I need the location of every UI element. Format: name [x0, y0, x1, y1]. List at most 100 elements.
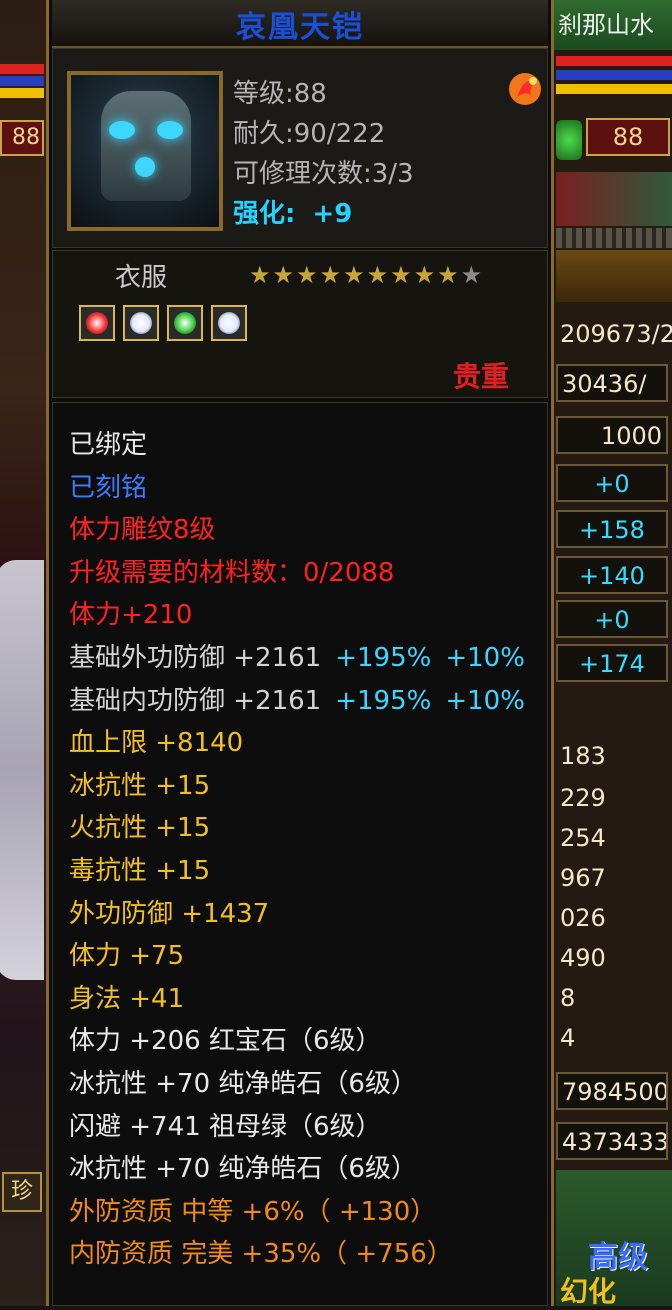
- right-hp-bar: [556, 56, 672, 66]
- attribute-line: 已绑定: [69, 429, 147, 461]
- right-portrait-area: [556, 172, 672, 226]
- right-stat-row: 7984500: [556, 1072, 668, 1110]
- attribute-text: 冰抗性 +15: [69, 770, 211, 801]
- right-energy-bar: [556, 84, 672, 94]
- star-icon: ★: [413, 261, 438, 289]
- right-stat-row: +174: [556, 644, 668, 682]
- attribute-line: 冰抗性 +70 纯净皓石（6级）: [69, 1068, 417, 1100]
- attribute-text: 冰抗性 +70 纯净皓石（6级）: [69, 1069, 417, 1099]
- item-name: 哀凰天铠: [236, 10, 364, 45]
- right-stat-row: 4: [560, 1024, 576, 1052]
- left-hp-bar: [0, 64, 44, 74]
- treasure-button[interactable]: 珍: [2, 1172, 42, 1212]
- right-stat-row: 1000: [556, 416, 668, 454]
- right-status-icon: [556, 120, 582, 160]
- right-stat-row: +0: [556, 600, 668, 638]
- armor-gem: [135, 157, 155, 177]
- armor-eye-left: [109, 121, 135, 139]
- right-gold-bar: [556, 250, 672, 302]
- attribute-text: 基础内功防御 +2161: [69, 685, 322, 716]
- item-repair-count: 可修理次数:3/3: [233, 159, 414, 189]
- attribute-text: 内防资质 完美 +35%（ +756）: [69, 1239, 453, 1270]
- attribute-line: 体力 +206 红宝石（6级）: [69, 1025, 381, 1057]
- empty-star-icon: ★: [460, 261, 485, 289]
- attribute-text: +195%: [335, 685, 432, 716]
- star-icon: ★: [437, 261, 461, 289]
- enhance-value: +9: [312, 199, 353, 229]
- right-stat-row: +158: [556, 510, 668, 548]
- gem-slots: [79, 305, 255, 345]
- armor-icon: [101, 91, 191, 201]
- right-stat-row: 026: [560, 904, 606, 932]
- item-type-section: 衣服 ★★★★★★★★★★ 贵重: [52, 250, 548, 398]
- right-stat-row: 30436/: [556, 364, 668, 402]
- item-durability: 耐久:90/222: [233, 119, 386, 149]
- left-mp-bar: [0, 76, 44, 86]
- attribute-line: 冰抗性 +70 纯净皓石（6级）: [69, 1153, 417, 1185]
- attribute-text: 体力 +75: [69, 941, 185, 972]
- attribute-text: 基础外功防御 +2161: [69, 643, 322, 673]
- star-icon: ★: [249, 261, 273, 289]
- green-gem-icon[interactable]: [167, 305, 203, 341]
- attribute-line: 身法 +41: [69, 983, 184, 1015]
- attribute-line: 火抗性 +15: [69, 812, 210, 844]
- flame-badge-icon: [509, 73, 541, 105]
- attribute-text: 火抗性 +15: [69, 813, 211, 844]
- attribute-line: 闪避 +741 祖母绿（6级）: [69, 1111, 381, 1143]
- attribute-text: 身法 +41: [69, 983, 185, 1014]
- right-panel-title: 刹那山水: [552, 0, 672, 50]
- attribute-text: +195%: [335, 643, 432, 673]
- attribute-line: 体力+210: [69, 599, 192, 631]
- attribute-text: +10%: [445, 643, 525, 673]
- red-gem-icon[interactable]: [79, 305, 115, 341]
- attribute-line: 血上限 +8140: [69, 727, 243, 759]
- left-energy-bar: [0, 88, 44, 98]
- attribute-line: 毒抗性 +15: [69, 855, 210, 887]
- right-stat-row: 209673/2: [560, 320, 672, 348]
- attribute-text: 体力雕纹8级: [69, 515, 216, 546]
- item-category: 衣服: [115, 263, 168, 293]
- armor-eye-right: [157, 121, 183, 139]
- attribute-text: 已绑定: [69, 430, 148, 460]
- item-title-bar: 哀凰天铠: [52, 0, 548, 48]
- white-gem-icon[interactable]: [123, 305, 159, 341]
- attribute-text: 体力+210: [69, 600, 193, 631]
- character-model: [0, 560, 44, 980]
- right-stat-row: 254: [560, 824, 606, 852]
- attribute-line: 基础外功防御 +2161 +195% +10%: [69, 642, 525, 674]
- attribute-line: 外防资质 中等 +6%（ +130）: [69, 1196, 436, 1228]
- attribute-line: 体力 +75: [69, 940, 184, 972]
- white-gem-icon[interactable]: [211, 305, 247, 341]
- attribute-line: 基础内功防御 +2161 +195% +10%: [69, 685, 525, 717]
- attribute-line: 内防资质 完美 +35%（ +756）: [69, 1238, 453, 1270]
- attribute-text: 外防资质 中等 +6%（ +130）: [69, 1196, 437, 1227]
- right-stat-row: 8: [560, 984, 576, 1012]
- enhance-label: 强化:: [233, 199, 296, 229]
- star-icon: ★: [272, 261, 297, 289]
- attribute-text: 已刻铭: [69, 472, 148, 503]
- item-level: 等级:88: [233, 79, 327, 109]
- star-icon: ★: [366, 261, 391, 289]
- right-stat-row: 4373433: [556, 1122, 668, 1160]
- attribute-text: 体力 +206 红宝石（6级）: [69, 1026, 382, 1057]
- attribute-text: 冰抗性 +70 纯净皓石（6级）: [69, 1154, 417, 1185]
- star-icon: ★: [343, 261, 367, 289]
- attribute-list: 已绑定已刻铭体力雕纹8级升级需要的材料数：0/2088 体力+210 基础外功防御 …: [52, 402, 548, 1306]
- right-level-box: 88: [586, 118, 670, 156]
- attribute-text: +10%: [445, 685, 525, 716]
- right-stat-row: +0: [556, 464, 668, 502]
- precious-label: 贵重: [452, 360, 509, 393]
- right-stat-row: 490: [560, 944, 606, 972]
- attribute-text: 外功防御 +1437: [69, 898, 270, 929]
- attribute-line: 已刻铭: [69, 472, 147, 504]
- attribute-text: 升级需要的材料数：0/2088: [69, 557, 395, 588]
- attribute-line: 升级需要的材料数：0/2088: [69, 557, 394, 589]
- attribute-line: 体力雕纹8级: [69, 514, 216, 546]
- item-portrait: [67, 71, 223, 231]
- right-stat-row: 183: [560, 742, 606, 770]
- star-icon: ★: [390, 261, 414, 289]
- attribute-text: 毒抗性 +15: [69, 856, 211, 886]
- right-stat-row: 967: [560, 864, 606, 892]
- right-stat-row: +140: [556, 556, 668, 594]
- star-rating: ★★★★★★★★★★: [249, 261, 484, 289]
